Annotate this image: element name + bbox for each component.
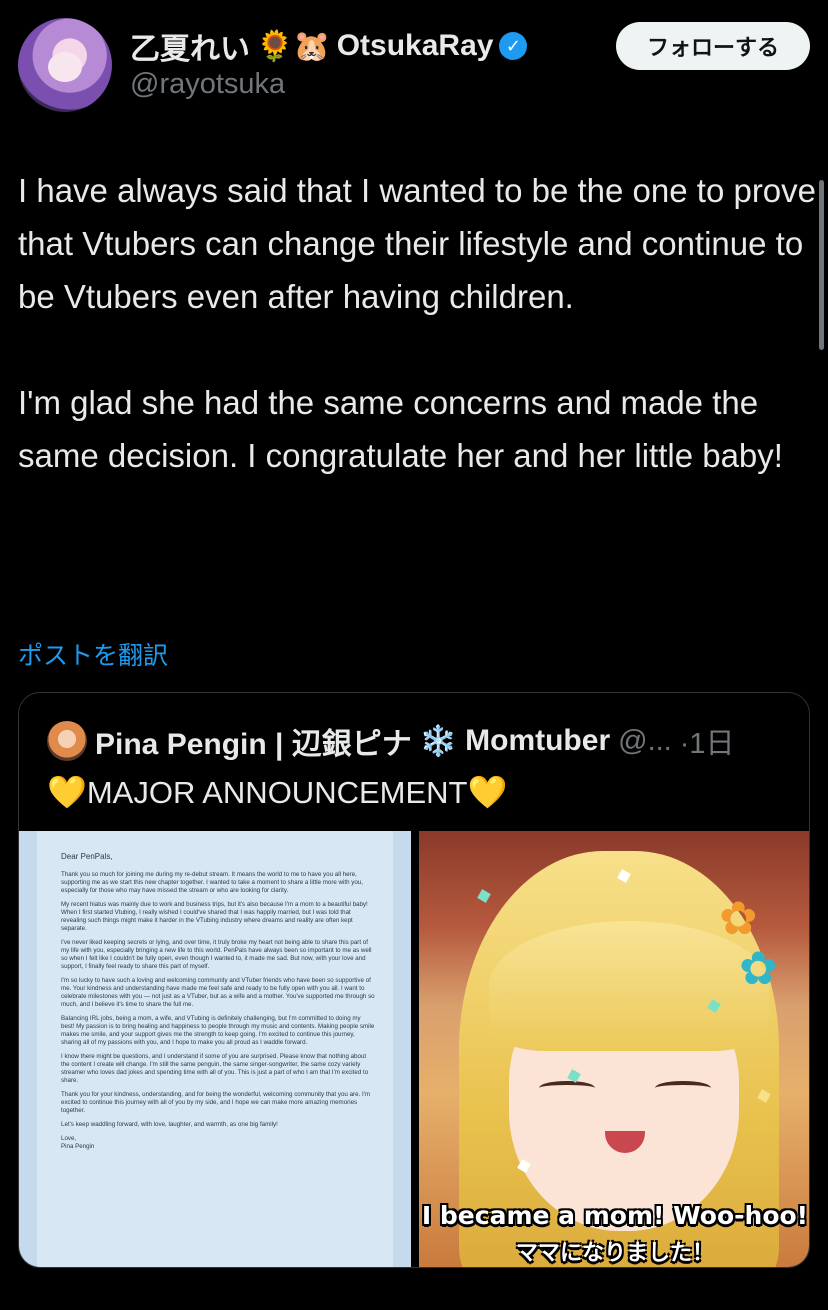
letter-paragraph: Balancing IRL jobs, being a mom, a wife,… [61, 1015, 375, 1046]
tweet-text: I have always said that I wanted to be t… [18, 172, 817, 474]
character-eye [655, 1081, 711, 1095]
letter-paragraph: Let's keep waddling forward, with love, … [61, 1121, 278, 1128]
author-display-name-en[interactable]: OtsukaRay [337, 29, 494, 63]
verified-badge-icon: ✓ [499, 32, 528, 60]
author-name-emojis: 🌻🐹 [256, 29, 331, 63]
letter-image[interactable]: Dear PenPals, Thank you so much for join… [19, 831, 411, 1267]
confetti [477, 889, 491, 903]
author-name-row[interactable]: 乙夏れい 🌻🐹 OtsukaRay ✓ [130, 24, 528, 68]
flower-hairpin-icon: ✿ [719, 892, 758, 944]
yellow-heart-icon: 💛 [47, 774, 87, 810]
letter-paper: Dear PenPals, Thank you so much for join… [37, 831, 393, 1267]
image-subtitle-jp: ママになりました！ [515, 1241, 714, 1266]
letter-paragraph: My recent hiatus was mainly due to work … [61, 901, 368, 932]
stream-screenshot-image[interactable]: ✿ ✿ I became a mom! Woo-hoo! ママになりました！ [419, 831, 809, 1267]
author-avatar[interactable] [18, 18, 112, 112]
flower-hairpin-icon: ✿ [739, 942, 778, 994]
letter-paragraph: Thank you for your kindness, understandi… [61, 1091, 371, 1114]
quoted-author-name-suffix: Momtuber [465, 724, 611, 757]
quoted-tweet-text: 💛MAJOR ANNOUNCEMENT💛 [47, 773, 507, 811]
letter-signoff: Love, Pina Pengin [61, 1135, 95, 1150]
translate-post-link[interactable]: ポストを翻訳 [18, 636, 168, 672]
image-subtitle-en: I became a mom! Woo-hoo! [421, 1201, 809, 1230]
quoted-author-name: Pina Pengin | 辺銀ピナ [95, 728, 412, 761]
author-display-name[interactable]: 乙夏れい [130, 24, 250, 68]
tweet-header: 乙夏れい 🌻🐹 OtsukaRay ✓ @rayotsuka フォローする [18, 18, 810, 114]
author-handle[interactable]: @rayotsuka [130, 68, 285, 101]
quoted-tweet-header: Pina Pengin | 辺銀ピナ ❄️ Momtuber @... ·1日 [47, 719, 789, 763]
quoted-author-avatar [47, 721, 87, 761]
letter-paragraph: Thank you so much for joining me during … [61, 871, 363, 894]
letter-greeting: Dear PenPals, [61, 852, 113, 861]
quoted-author-handle: @... [618, 724, 672, 757]
quoted-tweet-text-content: MAJOR ANNOUNCEMENT [86, 775, 468, 810]
letter-paragraph: I know there might be questions, and I u… [61, 1053, 369, 1084]
quoted-tweet-card[interactable]: Pina Pengin | 辺銀ピナ ❄️ Momtuber @... ·1日 … [18, 692, 810, 1268]
letter-paragraph: I'm so lucky to have such a loving and w… [61, 977, 375, 1008]
scrollbar[interactable] [819, 180, 824, 350]
quoted-tweet-media: Dear PenPals, Thank you so much for join… [19, 831, 809, 1267]
snowflake-icon: ❄️ [419, 724, 458, 758]
follow-button[interactable]: フォローする [616, 22, 810, 70]
character-eye [539, 1081, 595, 1095]
letter-paragraph: I've never liked keeping secrets or lyin… [61, 939, 372, 970]
yellow-heart-icon: 💛 [467, 774, 508, 810]
quoted-tweet-time: ·1日 [679, 728, 735, 760]
